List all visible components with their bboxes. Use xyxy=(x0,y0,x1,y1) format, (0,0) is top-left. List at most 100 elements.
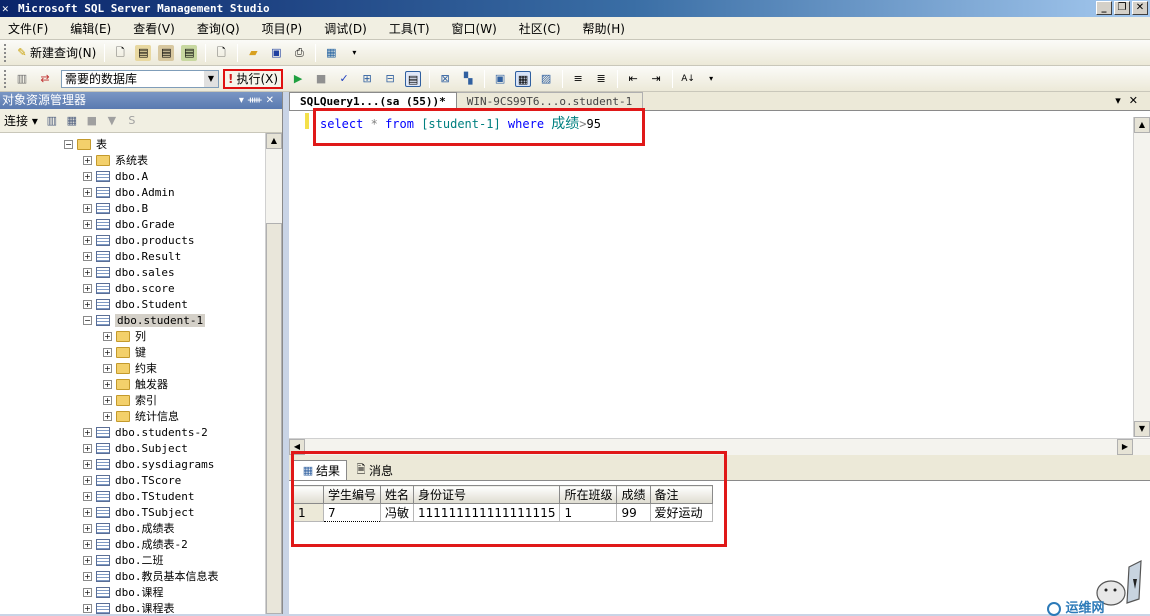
expand-icon[interactable]: + xyxy=(83,587,92,597)
query-designer-button[interactable]: ⊟ xyxy=(379,69,401,89)
expand-icon[interactable]: + xyxy=(83,571,92,581)
menu-file[interactable]: 文件(F) xyxy=(8,20,48,37)
expand-icon[interactable]: + xyxy=(83,555,92,565)
sql-editor[interactable]: select * from [student-1] where 成绩>95 ▲ … xyxy=(289,111,1150,438)
tab-list-icon[interactable]: ▾ xyxy=(1115,94,1129,107)
tree-node-table[interactable]: + dbo.products xyxy=(83,232,194,248)
increase-indent-button[interactable]: ⇥ xyxy=(645,69,667,89)
tree-node-table[interactable]: + dbo.教员基本信息表 xyxy=(83,568,219,584)
close-icon[interactable]: ✕ xyxy=(266,95,278,106)
editor-horizontal-scrollbar[interactable]: ◀ ▶ xyxy=(289,438,1150,455)
uncomment-button[interactable]: ≣ xyxy=(590,69,612,89)
grid-cell[interactable]: 1 xyxy=(559,503,618,522)
activity-monitor-button[interactable]: ▦ xyxy=(320,43,342,63)
expand-icon[interactable]: + xyxy=(83,539,92,549)
column-header[interactable]: 成绩 xyxy=(616,485,651,504)
grid-cell[interactable]: 爱好运动 xyxy=(649,503,713,522)
tree-node-folder[interactable]: + 触发器 xyxy=(103,376,168,392)
tab-messages[interactable]: 🗎 消息 xyxy=(347,460,399,480)
expand-icon[interactable]: + xyxy=(83,235,92,245)
tree-node-table[interactable]: + dbo.A xyxy=(83,168,148,184)
expand-icon[interactable]: + xyxy=(83,171,92,181)
tree-node-table[interactable]: + dbo.Student xyxy=(83,296,188,312)
column-header[interactable]: 姓名 xyxy=(380,485,415,504)
cancel-query-button[interactable]: ■ xyxy=(310,69,332,89)
estimated-plan-button[interactable]: ⊞ xyxy=(356,69,378,89)
tree-node-table[interactable]: + dbo.课程表 xyxy=(83,600,175,614)
tree-node-folder[interactable]: + 键 xyxy=(103,344,146,360)
tree-node-table[interactable]: + dbo.Subject xyxy=(83,440,188,456)
grid-cell[interactable]: 111111111111111115 xyxy=(413,503,561,522)
comment-button[interactable]: ≡ xyxy=(567,69,589,89)
expand-icon[interactable]: + xyxy=(103,363,112,373)
table-row[interactable]: 1 7 冯敏 111111111111111115 1 99 爱好运动 xyxy=(293,503,713,522)
scroll-thumb[interactable] xyxy=(266,223,282,614)
scroll-down-arrow[interactable]: ▼ xyxy=(1134,421,1150,437)
tree-node-table[interactable]: + dbo.sales xyxy=(83,264,175,280)
toolbar-overflow[interactable]: ▾ xyxy=(343,43,365,63)
grid-cell[interactable]: 冯敏 xyxy=(380,503,415,522)
close-button[interactable]: ✕ xyxy=(1132,1,1148,15)
grid-cell[interactable]: 99 xyxy=(616,503,651,522)
tree-node-table[interactable]: + dbo.成绩表 xyxy=(83,520,175,536)
tree-node-table[interactable]: + dbo.sysdiagrams xyxy=(83,456,214,472)
close-tab-icon[interactable]: ✕ xyxy=(1129,94,1146,107)
database-select[interactable]: 需要的数据库 ▼ xyxy=(61,69,219,88)
tab-table-design[interactable]: WIN-9CS99T6...o.student-1 xyxy=(456,92,644,110)
minimize-button[interactable]: _ xyxy=(1096,1,1112,15)
dropdown-icon[interactable]: ▾ xyxy=(239,95,248,106)
tree-node-table[interactable]: + dbo.TScore xyxy=(83,472,181,488)
parse-button[interactable]: ✓ xyxy=(333,69,355,89)
collapse-icon[interactable]: − xyxy=(83,315,92,325)
sql-statement[interactable]: select * from [student-1] where 成绩>95 xyxy=(320,113,601,133)
tree-node-folder[interactable]: + 系统表 xyxy=(83,152,148,168)
new-project-button[interactable]: 🗋 xyxy=(210,43,232,63)
expand-icon[interactable]: + xyxy=(83,507,92,517)
xmla-query-button[interactable]: ▤ xyxy=(178,43,200,63)
tree-node-table[interactable]: + dbo.Grade xyxy=(83,216,175,232)
expand-icon[interactable]: + xyxy=(83,299,92,309)
expand-icon[interactable]: + xyxy=(103,411,112,421)
expand-icon[interactable]: + xyxy=(83,251,92,261)
expand-icon[interactable]: + xyxy=(103,347,112,357)
client-stats-button[interactable]: ▚ xyxy=(457,69,479,89)
collapse-icon[interactable]: − xyxy=(64,139,73,149)
expand-icon[interactable]: + xyxy=(83,475,92,485)
decrease-indent-button[interactable]: ⇤ xyxy=(622,69,644,89)
row-number[interactable]: 1 xyxy=(293,503,324,522)
filter-icon[interactable]: ▼ xyxy=(104,113,120,129)
expand-icon[interactable]: + xyxy=(83,427,92,437)
debug-button[interactable]: ▶ xyxy=(287,69,309,89)
column-header[interactable]: 学生编号 xyxy=(322,485,382,504)
tree-node-table[interactable]: + dbo.课程 xyxy=(83,584,164,600)
toolbar-overflow[interactable]: ▾ xyxy=(700,69,722,89)
results-to-text-button[interactable]: ▣ xyxy=(489,69,511,89)
tree-vertical-scrollbar[interactable]: ▲ xyxy=(265,133,282,614)
expand-icon[interactable]: + xyxy=(83,603,92,613)
restore-button[interactable]: ❐ xyxy=(1114,1,1130,15)
tree-node-table[interactable]: + dbo.Result xyxy=(83,248,181,264)
scroll-left-arrow[interactable]: ◀ xyxy=(289,439,305,455)
results-to-file-button[interactable]: ▨ xyxy=(535,69,557,89)
save-button[interactable]: ▣ xyxy=(265,43,287,63)
chevron-down-icon[interactable]: ▼ xyxy=(204,70,218,87)
expand-icon[interactable]: + xyxy=(83,523,92,533)
expand-icon[interactable]: + xyxy=(83,155,92,165)
tree-node-folder[interactable]: + 约束 xyxy=(103,360,157,376)
editor-vertical-scrollbar[interactable]: ▲ ▼ xyxy=(1133,117,1150,437)
results-to-button[interactable]: ▤ xyxy=(402,69,424,89)
menu-query[interactable]: 查询(Q) xyxy=(197,20,240,37)
new-file-button[interactable]: 🗋 xyxy=(109,43,131,63)
open-button[interactable]: ▰ xyxy=(242,43,264,63)
connect-server-icon[interactable]: ▥ xyxy=(44,113,60,129)
results-to-grid-button[interactable]: ▦ xyxy=(512,69,534,89)
tree-node-table[interactable]: + dbo.二班 xyxy=(83,552,164,568)
tree-node-folder[interactable]: + 列 xyxy=(103,328,146,344)
menu-project[interactable]: 项目(P) xyxy=(262,20,303,37)
grid-corner[interactable] xyxy=(293,485,324,504)
expand-icon[interactable]: + xyxy=(83,491,92,501)
toolbar-grip[interactable] xyxy=(4,43,7,62)
expand-icon[interactable]: + xyxy=(103,331,112,341)
connect-dropdown[interactable]: 连接 ▾ xyxy=(4,112,38,129)
stop-icon[interactable]: ■ xyxy=(84,113,100,129)
